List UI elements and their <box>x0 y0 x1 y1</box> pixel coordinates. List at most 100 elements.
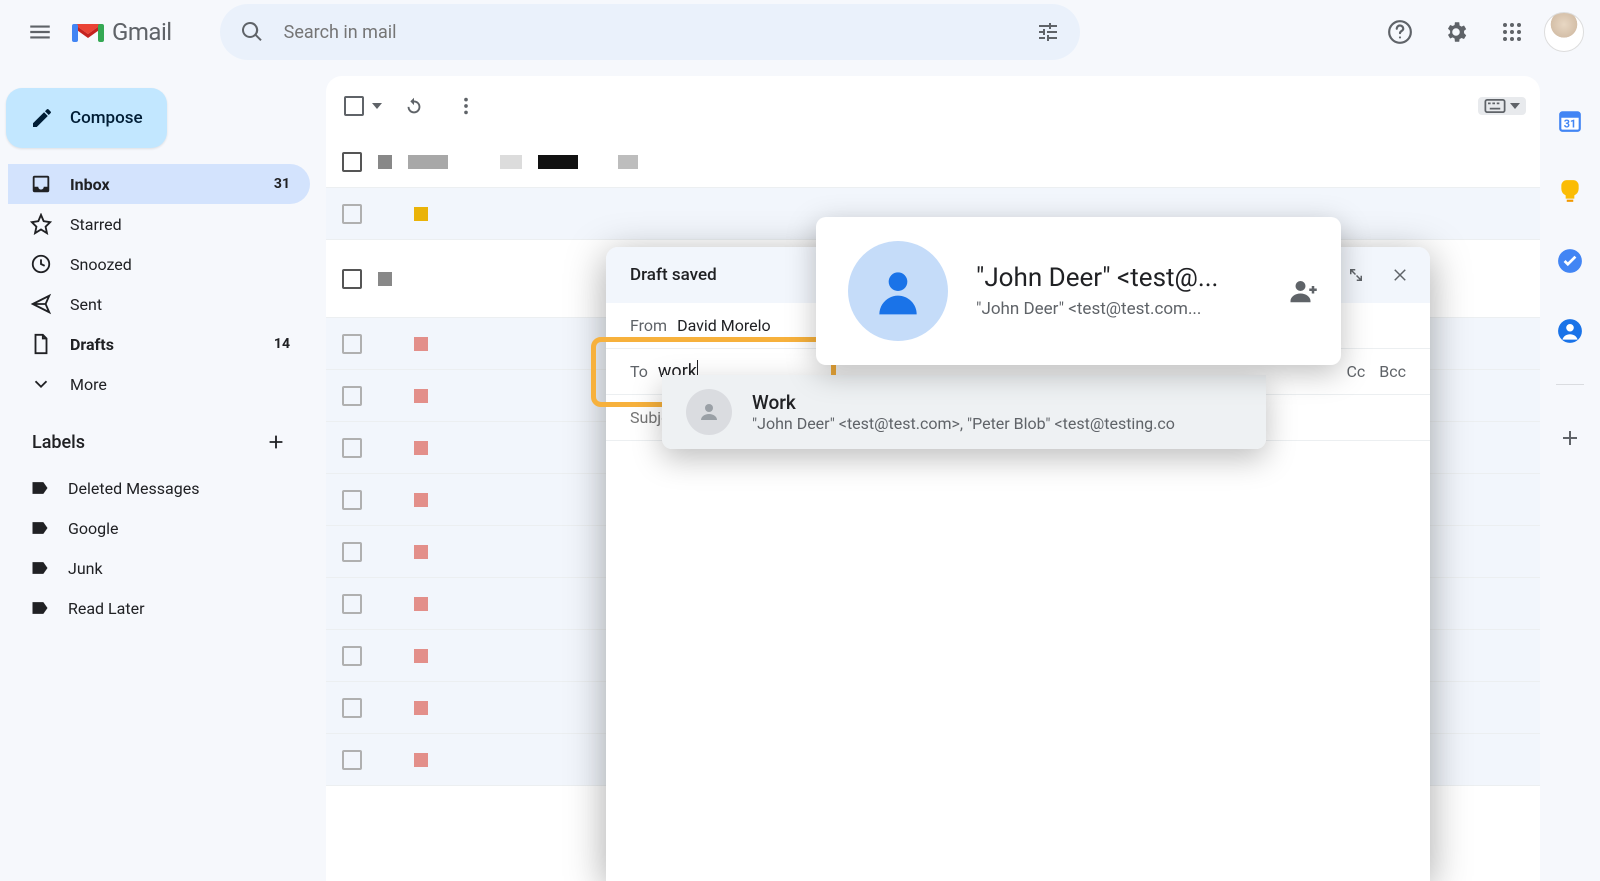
expand-icon <box>1347 266 1365 284</box>
person-icon <box>870 263 926 319</box>
close-compose-button[interactable] <box>1380 255 1420 295</box>
more-vert-icon <box>455 95 477 117</box>
search-button[interactable] <box>228 8 276 56</box>
label-icon <box>30 558 50 578</box>
add-label-button[interactable] <box>258 424 294 460</box>
suggestion-title: Work <box>752 391 1242 414</box>
gmail-logo[interactable]: Gmail <box>72 18 172 46</box>
sidebar-item-drafts[interactable]: Drafts 14 <box>8 324 310 364</box>
label-text: Google <box>68 519 119 538</box>
product-name: Gmail <box>112 18 172 46</box>
nav-label: Sent <box>70 295 102 314</box>
labels-title: Labels <box>32 432 85 453</box>
gear-icon <box>1443 19 1469 45</box>
contacts-app-button[interactable] <box>1549 310 1591 352</box>
input-tools-button[interactable] <box>1478 97 1526 115</box>
main-menu-button[interactable] <box>16 8 64 56</box>
contact-avatar <box>848 241 948 341</box>
contacts-icon <box>1557 318 1583 344</box>
inbox-icon <box>30 173 52 195</box>
label-icon <box>30 478 50 498</box>
search-icon <box>240 20 264 44</box>
group-avatar <box>686 389 732 435</box>
sidebar-item-inbox[interactable]: Inbox 31 <box>8 164 310 204</box>
search-options-button[interactable] <box>1024 8 1072 56</box>
hamburger-icon <box>27 19 53 45</box>
nav-count: 31 <box>274 176 290 192</box>
close-icon <box>1391 266 1409 284</box>
keep-app-button[interactable] <box>1549 170 1591 212</box>
tasks-icon <box>1557 248 1583 274</box>
nav-count: 14 <box>274 336 290 352</box>
account-avatar[interactable] <box>1544 12 1584 52</box>
gmail-icon <box>72 20 104 44</box>
sidebar-item-sent[interactable]: Sent <box>8 284 310 324</box>
settings-button[interactable] <box>1432 8 1480 56</box>
keep-icon <box>1557 178 1583 204</box>
caret-down-icon <box>372 103 382 109</box>
compose-body[interactable] <box>606 441 1430 881</box>
mail-row[interactable] <box>326 136 1540 188</box>
from-value: David Morelo <box>677 316 771 335</box>
pencil-icon <box>30 106 54 130</box>
person-icon <box>697 400 721 424</box>
side-panel: 31 <box>1540 76 1600 881</box>
get-addons-button[interactable] <box>1549 417 1591 459</box>
support-button[interactable] <box>1376 8 1424 56</box>
nav-label: Inbox <box>70 175 110 194</box>
checkbox-icon <box>344 96 364 116</box>
label-text: Junk <box>68 559 103 578</box>
compose-label: Compose <box>70 108 143 128</box>
calendar-icon: 31 <box>1557 108 1583 134</box>
label-text: Read Later <box>68 599 145 618</box>
mail-list: Draft saved From David Morelo <box>326 136 1540 881</box>
add-contact-button[interactable] <box>1283 271 1323 311</box>
labels-header: Labels <box>8 404 310 468</box>
nav-label: Snoozed <box>70 255 132 274</box>
contact-name: "John Deer" <test@... <box>976 263 1255 293</box>
compose-window: Draft saved From David Morelo <box>606 247 1430 881</box>
sidebar-item-snoozed[interactable]: Snoozed <box>8 244 310 284</box>
main-content: Draft saved From David Morelo <box>310 64 1600 881</box>
divider <box>1556 384 1584 385</box>
select-all[interactable] <box>340 92 386 120</box>
mail-panel: Draft saved From David Morelo <box>326 76 1540 881</box>
plus-icon <box>1558 426 1582 450</box>
compose-button[interactable]: Compose <box>6 88 167 148</box>
sidebar-item-more[interactable]: More <box>8 364 310 404</box>
more-actions-button[interactable] <box>442 82 490 130</box>
keyboard-icon <box>1484 99 1506 113</box>
recipient-suggestions: Work "John Deer" <test@test.com>, "Peter… <box>662 375 1266 449</box>
suggestion-item-work[interactable]: Work "John Deer" <test@test.com>, "Peter… <box>662 375 1266 449</box>
nav-label: Drafts <box>70 335 114 354</box>
refresh-button[interactable] <box>390 82 438 130</box>
nav-label: More <box>70 375 107 394</box>
label-google[interactable]: Google <box>8 508 310 548</box>
caret-down-icon <box>1510 103 1520 109</box>
refresh-icon <box>403 95 425 117</box>
tasks-app-button[interactable] <box>1549 240 1591 282</box>
label-icon <box>30 598 50 618</box>
label-read-later[interactable]: Read Later <box>8 588 310 628</box>
from-label: From <box>630 316 667 335</box>
calendar-app-button[interactable]: 31 <box>1549 100 1591 142</box>
label-deleted-messages[interactable]: Deleted Messages <box>8 468 310 508</box>
search-input[interactable] <box>280 22 1020 43</box>
google-apps-button[interactable] <box>1488 8 1536 56</box>
svg-text:31: 31 <box>1564 118 1576 131</box>
apps-grid-icon <box>1500 20 1524 44</box>
file-icon <box>30 333 52 355</box>
contact-card: "John Deer" <test@... "John Deer" <test@… <box>816 217 1341 365</box>
nav-label: Starred <box>70 215 122 234</box>
chevron-down-icon <box>30 373 52 395</box>
bcc-button[interactable]: Bcc <box>1379 362 1406 381</box>
clock-icon <box>30 253 52 275</box>
send-icon <box>30 293 52 315</box>
search-bar[interactable] <box>220 4 1080 60</box>
sidebar-item-starred[interactable]: Starred <box>8 204 310 244</box>
fullscreen-button[interactable] <box>1336 255 1376 295</box>
cc-button[interactable]: Cc <box>1346 362 1365 381</box>
help-icon <box>1387 19 1413 45</box>
label-junk[interactable]: Junk <box>8 548 310 588</box>
label-text: Deleted Messages <box>68 479 199 498</box>
